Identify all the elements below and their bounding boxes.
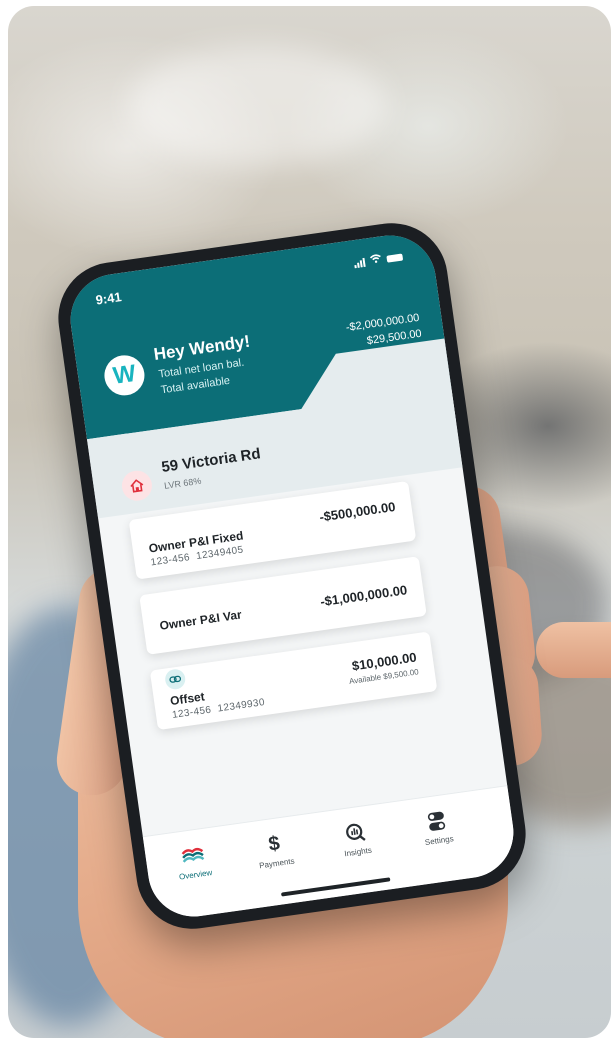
tab-insights[interactable]: Insights [319, 817, 393, 861]
tab-overview[interactable]: Overview [157, 840, 231, 884]
account-name: Owner P&I Var [158, 607, 243, 633]
wifi-icon [369, 253, 383, 267]
pointing-finger [536, 622, 611, 678]
tab-settings[interactable]: Settings [400, 806, 474, 850]
account-balance: -$500,000.00 [318, 499, 397, 525]
battery-icon [386, 253, 404, 263]
tab-payments[interactable]: $ Payments [238, 828, 312, 872]
account-balance: -$1,000,000.00 [319, 582, 409, 610]
background-blur-light [128, 46, 388, 166]
signal-icon [353, 257, 366, 269]
